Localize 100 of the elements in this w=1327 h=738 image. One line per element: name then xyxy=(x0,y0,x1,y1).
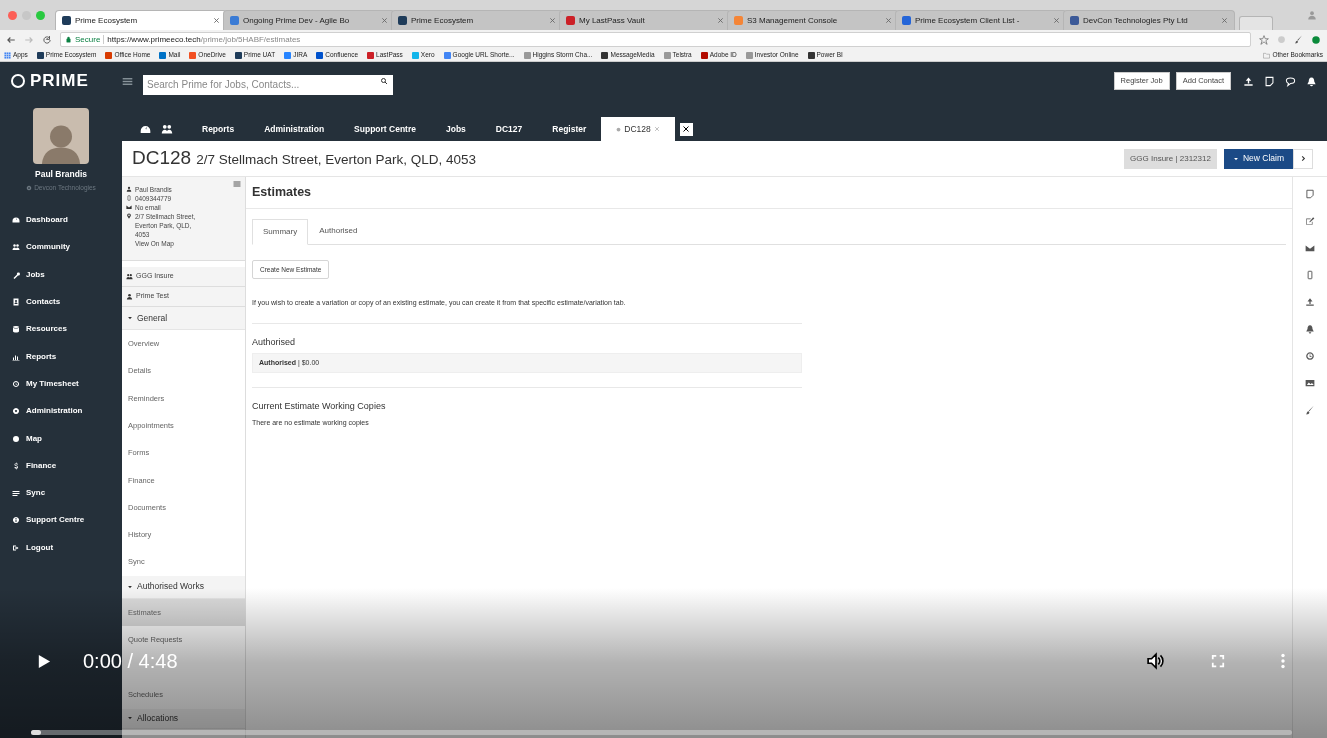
tab-title: S3 Management Console xyxy=(747,14,839,27)
favicon-icon xyxy=(700,51,708,59)
expand-button[interactable] xyxy=(1293,148,1313,169)
search-icon xyxy=(380,77,388,85)
folder-icon xyxy=(1263,51,1271,59)
logo-icon xyxy=(10,73,26,89)
nav-tab[interactable]: DC127 xyxy=(480,117,538,141)
apps-icon xyxy=(4,51,11,59)
person-icon xyxy=(126,293,133,300)
favicon-icon xyxy=(284,51,292,59)
sidebar-item[interactable]: Sync xyxy=(0,479,122,507)
close-all-button[interactable] xyxy=(679,122,693,136)
favicon-icon xyxy=(745,51,753,59)
menu-section-header[interactable]: Authorised Works xyxy=(122,575,245,599)
chat-icon xyxy=(1285,75,1296,87)
favicon-icon xyxy=(734,16,743,25)
tab-title: DevCon Technologies Pty Ltd xyxy=(1083,14,1189,27)
sidebar-item[interactable]: Support Centre xyxy=(0,506,122,535)
avatar-placeholder xyxy=(33,108,89,164)
new-claim-button[interactable]: New Claim xyxy=(1223,148,1293,169)
nav-tab[interactable]: Reports xyxy=(187,117,250,141)
insurer-icon xyxy=(126,273,133,280)
info-icon xyxy=(12,516,20,525)
nav-tab[interactable]: Jobs xyxy=(431,117,481,141)
sidebar-item[interactable]: Jobs xyxy=(0,261,122,289)
notifications-icon xyxy=(1306,75,1317,87)
mail-icon xyxy=(126,204,132,210)
clock-icon xyxy=(1305,349,1315,363)
location-icon xyxy=(126,213,132,219)
volume-icon[interactable] xyxy=(1147,652,1165,670)
dashboard-icon xyxy=(12,216,20,225)
favicon-icon xyxy=(902,16,911,25)
caret-icon xyxy=(127,315,133,321)
content-tab[interactable]: Summary xyxy=(252,219,309,245)
contact-card-icon xyxy=(12,298,20,307)
video-time: 0:00 / 4:48 xyxy=(83,649,178,674)
forward-icon xyxy=(24,34,34,45)
sidebar-item[interactable]: Community xyxy=(0,233,122,262)
dollar-icon xyxy=(12,461,20,470)
favicon-icon xyxy=(601,51,609,59)
lock-icon xyxy=(65,36,72,43)
back-icon xyxy=(6,34,16,45)
search-field[interactable]: Search Prime for Jobs, Contacts... xyxy=(143,74,393,95)
caret-icon xyxy=(127,715,133,722)
favicon-icon xyxy=(189,51,197,59)
favicon-icon xyxy=(443,51,451,59)
favicon-icon xyxy=(411,51,419,59)
logo-text: PRIME xyxy=(30,70,89,93)
menu-section-header[interactable]: Allocations xyxy=(122,708,245,729)
tab-title: My LastPass Vault xyxy=(579,14,646,27)
caret-icon xyxy=(1232,155,1239,162)
profile-icon xyxy=(1307,10,1317,20)
person-icon xyxy=(126,186,132,192)
job-address: 2/7 Stellmach Street, Everton Park, QLD, 4053 xyxy=(196,150,477,169)
content-tab[interactable]: Authorised xyxy=(308,218,369,244)
caret-icon xyxy=(127,583,133,590)
menu-section-header[interactable]: General xyxy=(122,307,245,330)
close-icon xyxy=(549,17,556,24)
bell-icon xyxy=(1305,322,1315,336)
close-icon xyxy=(885,17,892,24)
sidebar-item[interactable]: Resources xyxy=(0,315,122,343)
nav-tab[interactable]: Administration xyxy=(249,117,340,141)
user-name: Paul Brandis xyxy=(34,168,88,181)
nav-tab[interactable]: Support Centre xyxy=(339,117,431,141)
sidebar-item[interactable]: Contacts xyxy=(0,288,122,316)
menu-icon xyxy=(233,180,241,188)
favicon-icon xyxy=(566,16,575,25)
address-field[interactable]: Secure https://www.primeeco.tech/prime/job/5HABF/estimates xyxy=(60,32,1251,47)
close-icon xyxy=(213,17,220,24)
favicon-icon xyxy=(230,16,239,25)
note-icon xyxy=(1305,187,1315,201)
sidebar-item[interactable]: Logout xyxy=(0,534,122,562)
close-icon xyxy=(653,126,660,132)
users-icon xyxy=(161,123,173,135)
sidebar-item[interactable]: Finance xyxy=(0,452,122,480)
upload-icon xyxy=(1243,75,1254,87)
subsection-title: Authorised xyxy=(252,335,297,349)
nav-tab[interactable]: DC128 xyxy=(601,117,675,141)
menu-icon xyxy=(122,75,133,87)
new-tab-button[interactable] xyxy=(1239,16,1273,30)
sidebar-item[interactable]: My Timesheet xyxy=(0,370,122,398)
play-icon[interactable] xyxy=(36,653,51,669)
favicon-icon xyxy=(398,16,407,25)
list-icon xyxy=(12,489,20,498)
nav-tab[interactable]: Register xyxy=(537,117,602,141)
url-text: https://www.primeeco.tech/prime/job/5HABF/estimates xyxy=(107,33,301,46)
favicon-icon xyxy=(36,51,44,59)
subsection-title: Current Estimate Working Copies xyxy=(252,400,387,414)
section-title: Estimates xyxy=(252,184,312,202)
sidebar-item[interactable]: Reports xyxy=(0,343,122,371)
sidebar-item[interactable]: Map xyxy=(0,424,122,453)
chevron-right-icon xyxy=(1299,155,1307,162)
close-icon xyxy=(1053,17,1060,24)
sidebar-item[interactable]: Administration xyxy=(0,397,122,425)
wrench-icon xyxy=(12,270,20,279)
sidebar-item[interactable]: Dashboard xyxy=(0,206,122,234)
note-icon xyxy=(1264,75,1275,87)
favicon-icon xyxy=(105,51,113,59)
fullscreen-icon[interactable] xyxy=(1211,654,1225,668)
browser-tab[interactable]: DevCon Technologies Pty Ltd xyxy=(1063,10,1235,30)
